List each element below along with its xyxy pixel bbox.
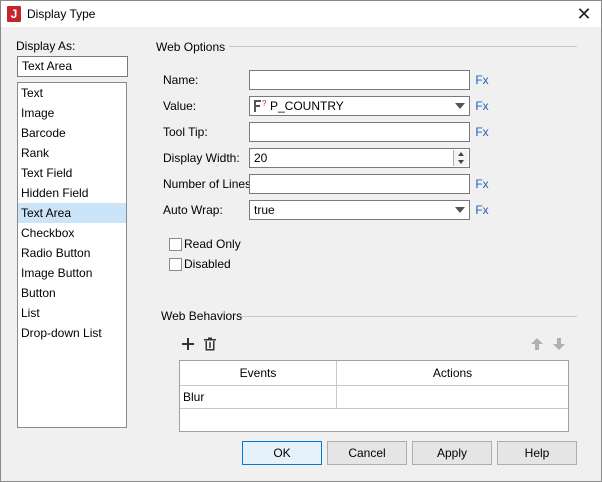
ok-button[interactable]: OK [242,441,322,465]
disabled-checkbox[interactable] [169,258,182,271]
web-behaviors-divider [241,316,577,317]
name-field[interactable] [249,70,470,90]
autowrap-combo[interactable]: true [249,200,470,220]
display-width-value: 20 [254,151,268,165]
read-only-label[interactable]: Read Only [184,237,241,251]
list-item-text-area[interactable]: Text Area [18,203,126,223]
value-fx-button[interactable]: Fx [474,97,490,115]
web-behaviors-title: Web Behaviors [161,309,243,323]
name-label: Name: [163,73,199,87]
apply-button[interactable]: Apply [412,441,492,465]
list-item-radio-button[interactable]: Radio Button [18,243,126,263]
list-item-hidden-field[interactable]: Hidden Field [18,183,126,203]
app-icon: J [7,6,21,22]
chevron-down-icon[interactable] [455,103,465,109]
tooltip-label: Tool Tip: [163,125,208,139]
lines-label: Number of Lines: [163,177,255,191]
move-down-button[interactable] [550,337,568,355]
window-title: Display Type [27,7,96,21]
display-as-field[interactable]: Text Area [17,56,128,77]
list-item-rank[interactable]: Rank [18,143,126,163]
autowrap-combo-text: true [254,203,275,217]
list-item-checkbox[interactable]: Checkbox [18,223,126,243]
display-width-label: Display Width: [163,151,240,165]
trash-icon [204,337,216,351]
column-header-events[interactable]: Events [180,361,337,386]
add-event-button[interactable] [179,337,197,355]
title-bar: J Display Type ✕ [1,1,601,27]
display-as-label: Display As: [16,39,76,53]
delete-event-button[interactable] [201,337,219,355]
list-item-image[interactable]: Image [18,103,126,123]
list-item-list[interactable]: List [18,303,126,323]
lines-field[interactable] [249,174,470,194]
list-item-drop-down-list[interactable]: Drop-down List [18,323,126,343]
chevron-down-icon[interactable] [455,207,465,213]
tooltip-field[interactable] [249,122,470,142]
arrow-up-icon [531,338,543,350]
list-item-text-field[interactable]: Text Field [18,163,126,183]
tooltip-fx-button[interactable]: Fx [474,123,490,141]
column-header-actions[interactable]: Actions [337,361,568,386]
help-button[interactable]: Help [497,441,577,465]
list-item-button[interactable]: Button [18,283,126,303]
list-item-barcode[interactable]: Barcode [18,123,126,143]
lines-fx-button[interactable]: Fx [474,175,490,193]
name-fx-button[interactable]: Fx [474,71,490,89]
autowrap-fx-button[interactable]: Fx [474,201,490,219]
cancel-button[interactable]: Cancel [327,441,407,465]
parameter-icon: ? [253,98,267,114]
disabled-label[interactable]: Disabled [184,257,231,271]
value-label: Value: [163,99,197,113]
stepper-up-icon[interactable] [453,150,468,158]
display-width-stepper[interactable]: 20 [249,148,470,168]
stepper-down-icon[interactable] [453,158,468,166]
web-options-divider [229,46,577,47]
autowrap-label: Auto Wrap: [163,203,223,217]
behaviors-table[interactable]: Events Actions Blur [179,360,569,432]
svg-text:?: ? [262,99,267,108]
close-button[interactable]: ✕ [573,3,595,25]
dialog-window: J Display Type ✕ Display As: Text Area T… [0,0,602,482]
table-cell-action[interactable] [337,386,568,409]
read-only-checkbox[interactable] [169,238,182,251]
arrow-down-icon [553,338,565,350]
plus-icon [182,338,194,350]
value-combo[interactable]: ? P_COUNTRY [249,96,470,116]
display-type-list[interactable]: Text Image Barcode Rank Text Field Hidde… [17,82,127,428]
table-cell-event[interactable]: Blur [180,386,337,409]
move-up-button[interactable] [528,337,546,355]
list-item-image-button[interactable]: Image Button [18,263,126,283]
value-combo-text: P_COUNTRY [270,99,344,113]
list-item-text[interactable]: Text [18,83,126,103]
web-options-title: Web Options [156,40,226,54]
